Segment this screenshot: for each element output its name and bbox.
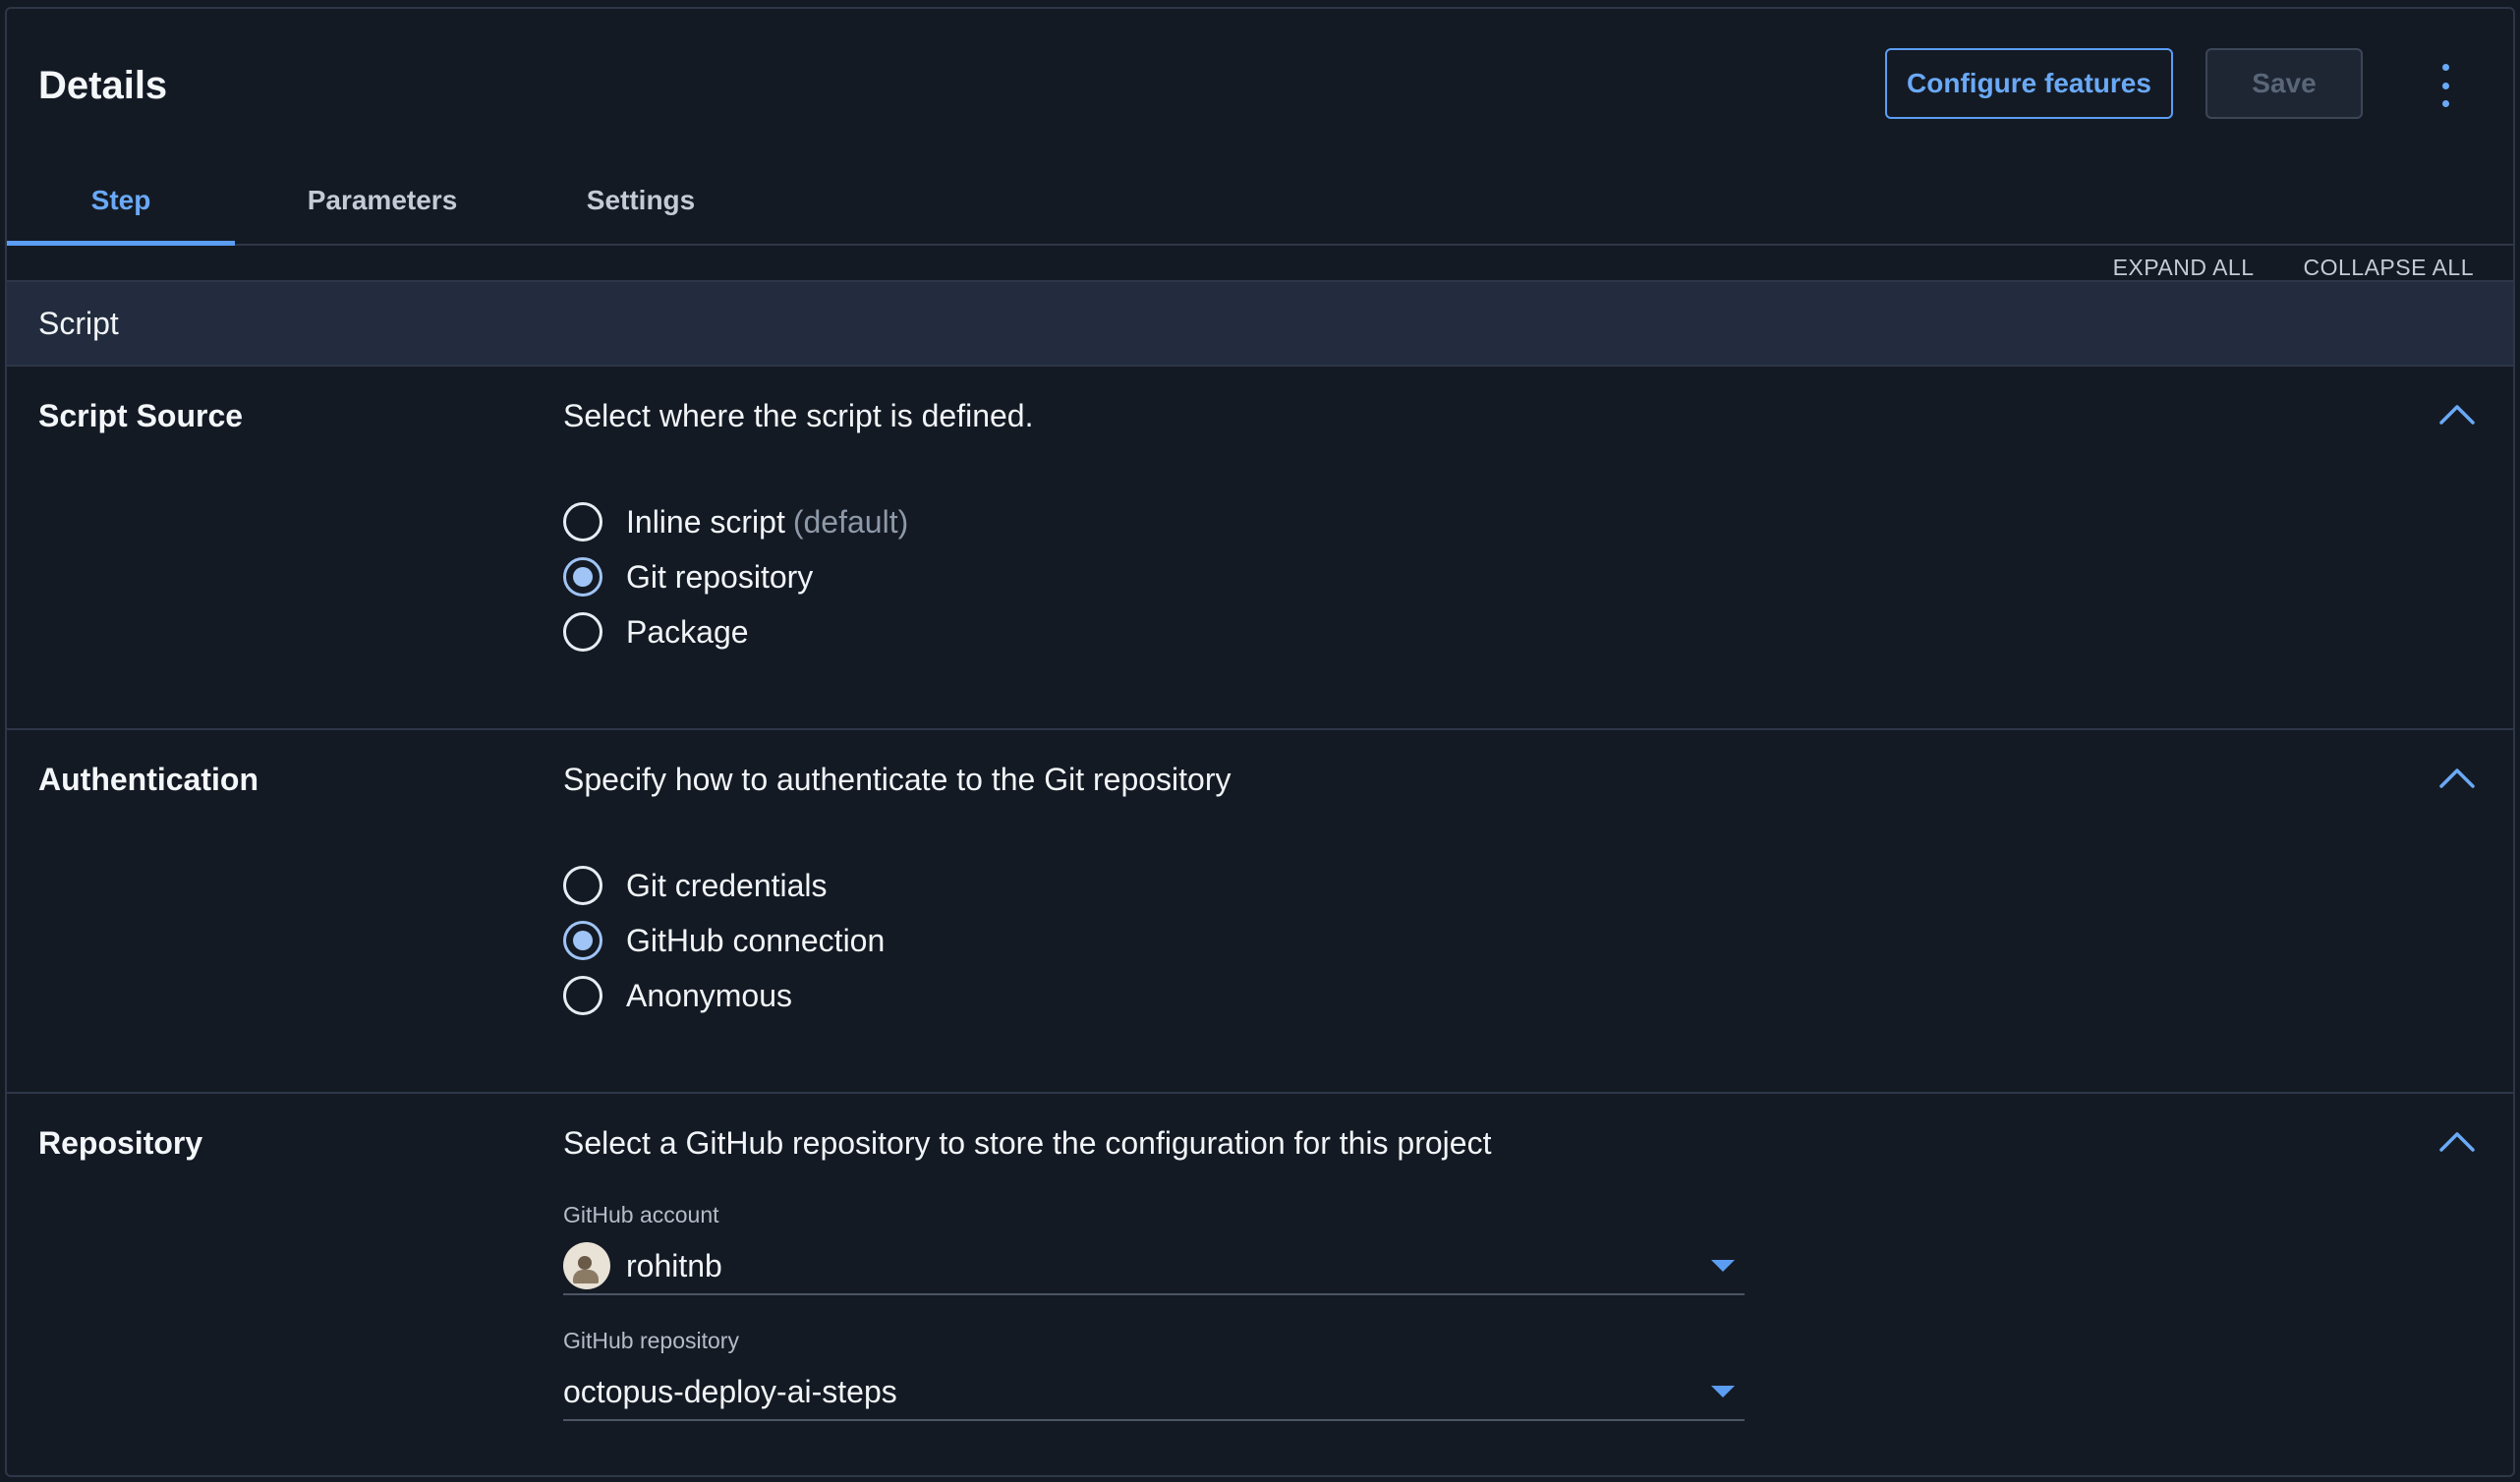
github-account-label: GitHub account: [563, 1202, 719, 1227]
repository-group: Repository Select a GitHub repository to…: [7, 1094, 2513, 1475]
authentication-group: Authentication Specify how to authentica…: [7, 730, 2513, 1094]
github-repository-label: GitHub repository: [563, 1328, 739, 1353]
repository-description: Select a GitHub repository to store the …: [563, 1125, 1492, 1161]
github-repository-select[interactable]: octopus-deploy-ai-steps: [563, 1364, 1745, 1421]
authentication-radio-group: Git credentials GitHub connection Anonym…: [563, 858, 885, 1023]
page-title: Details: [38, 64, 168, 107]
github-account-value: rohitnb: [626, 1247, 722, 1283]
save-button[interactable]: Save: [2205, 48, 2363, 119]
authentication-title: Authentication: [38, 762, 258, 797]
caret-down-icon[interactable]: [1711, 1260, 1735, 1272]
tab-bar: Step Parameters Settings: [7, 156, 2513, 246]
script-source-description: Select where the script is defined.: [563, 398, 1034, 433]
repository-title: Repository: [38, 1125, 203, 1161]
expand-all-link[interactable]: EXPAND ALL: [2113, 255, 2255, 281]
section-title: Script: [38, 305, 119, 341]
radio-git-credentials[interactable]: Git credentials: [563, 858, 885, 913]
github-repository-value: octopus-deploy-ai-steps: [563, 1373, 897, 1409]
chevron-up-icon[interactable]: [2438, 1129, 2476, 1153]
radio-button[interactable]: [563, 976, 602, 1015]
tab-settings[interactable]: Settings: [538, 156, 744, 244]
collapse-all-link[interactable]: COLLAPSE ALL: [2304, 255, 2475, 281]
configure-features-button[interactable]: Configure features: [1885, 48, 2173, 119]
authentication-description: Specify how to authenticate to the Git r…: [563, 762, 1231, 797]
section-header-script: Script: [7, 280, 2513, 367]
default-hint: (default): [792, 503, 909, 540]
radio-button-checked[interactable]: [563, 557, 602, 597]
header: Details Configure features Save: [7, 9, 2513, 146]
chevron-up-icon[interactable]: [2438, 402, 2476, 426]
tab-step[interactable]: Step: [7, 156, 235, 246]
github-repository-field: GitHub repository octopus-deploy-ai-step…: [563, 1328, 1745, 1421]
radio-package[interactable]: Package: [563, 604, 908, 659]
radio-button[interactable]: [563, 502, 602, 542]
github-account-select[interactable]: rohitnb: [563, 1238, 1745, 1295]
radio-button-checked[interactable]: [563, 921, 602, 960]
radio-github-connection[interactable]: GitHub connection: [563, 913, 885, 968]
radio-anonymous[interactable]: Anonymous: [563, 968, 885, 1023]
kebab-menu-icon[interactable]: [2431, 64, 2460, 107]
details-panel: Details Configure features Save Step Par…: [5, 7, 2515, 1477]
chevron-up-icon[interactable]: [2438, 766, 2476, 789]
github-account-field: GitHub account rohitnb: [563, 1202, 1745, 1295]
script-source-radio-group: Inline script (default) Git repository P…: [563, 494, 908, 659]
avatar: [563, 1242, 610, 1289]
tab-parameters[interactable]: Parameters: [274, 156, 490, 244]
expand-collapse-toolbar: EXPAND ALL COLLAPSE ALL: [2113, 255, 2474, 281]
radio-button[interactable]: [563, 612, 602, 652]
radio-git-repository[interactable]: Git repository: [563, 549, 908, 604]
radio-button[interactable]: [563, 866, 602, 905]
script-source-title: Script Source: [38, 398, 244, 433]
script-source-group: Script Source Select where the script is…: [7, 367, 2513, 730]
caret-down-icon[interactable]: [1711, 1386, 1735, 1397]
radio-inline-script[interactable]: Inline script (default): [563, 494, 908, 549]
